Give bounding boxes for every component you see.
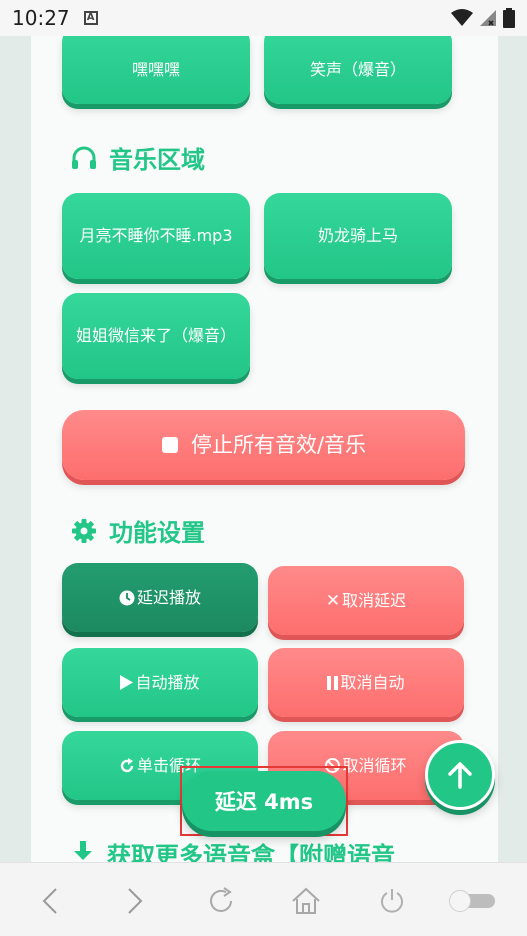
heiheihei-button[interactable]: 嘿嘿嘿 bbox=[62, 36, 250, 104]
cancel-delay-button[interactable]: ✕ 取消延迟 bbox=[268, 566, 464, 635]
cancel-auto-label: 取消自动 bbox=[340, 672, 405, 692]
cancel-delay-label: 取消延迟 bbox=[342, 590, 407, 610]
download-section-title: 获取更多语音盒【附赠语音 bbox=[71, 836, 395, 862]
arrow-up-icon bbox=[448, 762, 472, 789]
chevron-right-icon bbox=[128, 888, 143, 914]
play-icon bbox=[120, 675, 134, 690]
x-icon: ✕ bbox=[325, 590, 341, 611]
toggle-switch-icon bbox=[449, 890, 495, 912]
gear-icon bbox=[72, 518, 96, 543]
scroll-top-button[interactable] bbox=[425, 740, 495, 810]
mode-toggle[interactable] bbox=[449, 890, 497, 912]
cancel-loop-label: 取消循环 bbox=[342, 755, 407, 775]
main-page: 嘿嘿嘿 笑声（爆音） 音乐区域 月亮不睡你不睡.mp3 奶龙骑上马 姐姐微信来了… bbox=[31, 36, 498, 862]
wifi-icon bbox=[451, 9, 473, 26]
power-icon bbox=[381, 889, 403, 913]
status-bar: 10:27 A bbox=[0, 0, 527, 36]
delay-toast: 延迟 4ms bbox=[180, 766, 348, 836]
auto-play-button[interactable]: 自动播放 bbox=[62, 648, 258, 717]
music-button-nailong[interactable]: 奶龙骑上马 bbox=[264, 193, 452, 279]
delay-toast-pill: 延迟 4ms bbox=[182, 771, 346, 831]
download-section-label: 获取更多语音盒【附赠语音 bbox=[107, 842, 395, 862]
refresh-icon bbox=[210, 887, 232, 912]
power-button[interactable] bbox=[376, 885, 408, 917]
delay-play-button[interactable]: 延迟播放 bbox=[62, 563, 258, 632]
xiaosheng-button[interactable]: 笑声（爆音） bbox=[264, 36, 452, 104]
download-icon bbox=[71, 840, 95, 862]
xiaosheng-label: 笑声（爆音） bbox=[309, 60, 406, 79]
auto-play-label: 自动播放 bbox=[135, 672, 200, 692]
pause-icon bbox=[327, 675, 339, 690]
status-time: 10:27 bbox=[12, 6, 70, 30]
clock-icon bbox=[119, 590, 135, 605]
function-section-title: 功能设置 bbox=[71, 513, 205, 548]
redo-icon bbox=[120, 757, 134, 772]
music-button-moon-label: 月亮不睡你不睡.mp3 bbox=[79, 226, 233, 245]
battery-icon bbox=[503, 8, 515, 28]
stop-all-button[interactable]: 停止所有音效/音乐 bbox=[62, 410, 465, 480]
music-button-jiejie-label: 姐姐微信来了（爆音） bbox=[75, 326, 236, 345]
home-button[interactable] bbox=[290, 885, 322, 917]
delay-play-label: 延迟播放 bbox=[136, 587, 201, 607]
notification-a-icon: A bbox=[83, 11, 98, 25]
signal-icon bbox=[480, 10, 496, 26]
music-button-moon[interactable]: 月亮不睡你不睡.mp3 bbox=[62, 193, 250, 279]
stop-icon bbox=[161, 437, 178, 453]
refresh-button[interactable] bbox=[205, 885, 237, 917]
delay-toast-label: 延迟 4ms bbox=[214, 790, 314, 814]
heiheihei-label: 嘿嘿嘿 bbox=[131, 60, 180, 79]
music-section-label: 音乐区域 bbox=[109, 146, 205, 174]
stop-all-label: 停止所有音效/音乐 bbox=[190, 433, 367, 457]
function-section-label: 功能设置 bbox=[109, 519, 205, 547]
cancel-auto-button[interactable]: 取消自动 bbox=[268, 648, 464, 717]
back-button[interactable] bbox=[34, 885, 66, 917]
music-button-nailong-label: 奶龙骑上马 bbox=[317, 226, 398, 245]
home-icon bbox=[292, 887, 320, 914]
status-icons bbox=[451, 8, 515, 28]
music-button-jiejie[interactable]: 姐姐微信来了（爆音） bbox=[62, 293, 250, 379]
headphones-icon bbox=[72, 146, 96, 169]
chevron-left-icon bbox=[42, 888, 57, 914]
forward-button[interactable] bbox=[119, 885, 151, 917]
music-section-title: 音乐区域 bbox=[71, 140, 205, 175]
browser-bottom-nav bbox=[0, 862, 527, 936]
